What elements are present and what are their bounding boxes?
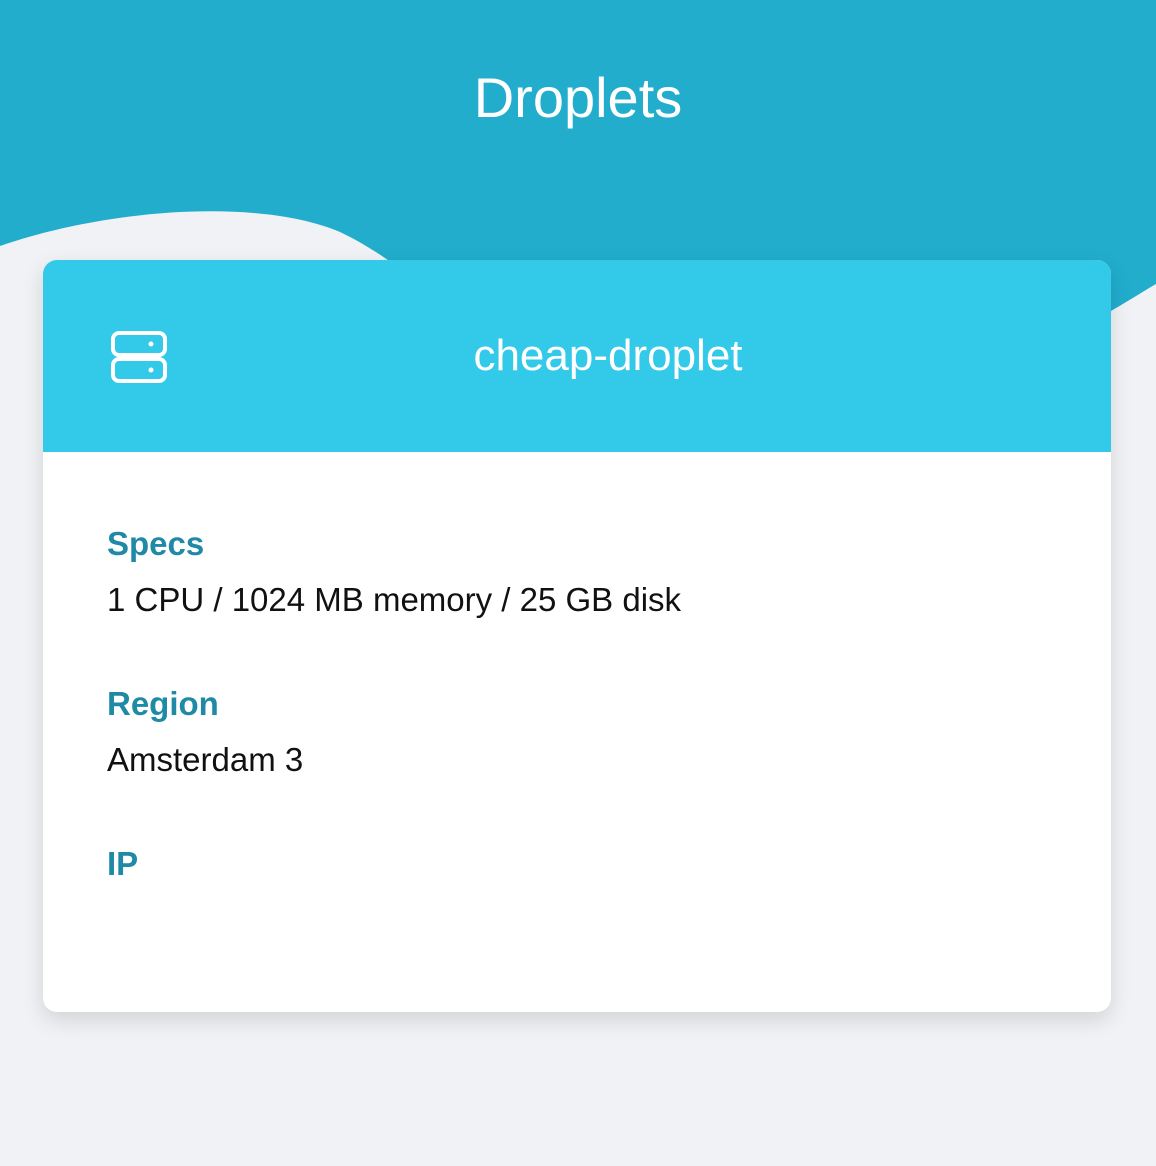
region-value: Amsterdam 3 — [107, 741, 304, 778]
specs-value: 1 CPU / 1024 MB memory / 25 GB disk — [107, 581, 682, 618]
droplet-card[interactable]: cheap-droplet Specs 1 CPU / 1024 MB memo… — [43, 260, 1111, 1012]
droplet-name: cheap-droplet — [473, 331, 743, 380]
specs-label: Specs — [107, 525, 205, 562]
ip-label: IP — [107, 845, 139, 882]
droplet-card-header: cheap-droplet — [43, 260, 1111, 452]
region-label: Region — [107, 685, 219, 722]
page-title: Droplets — [473, 66, 683, 129]
